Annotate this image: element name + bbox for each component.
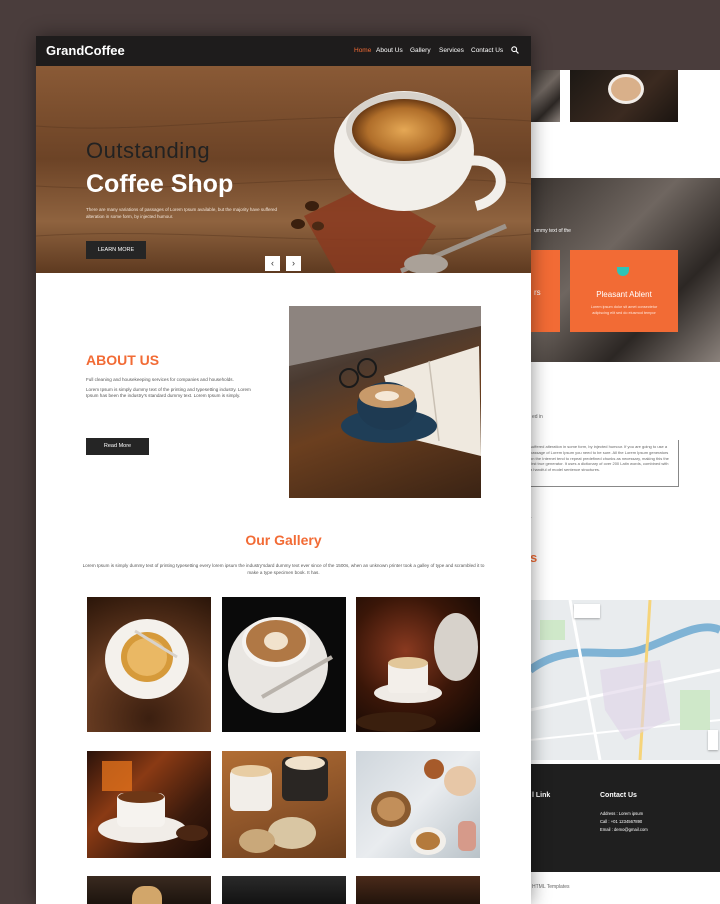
about-title: ABOUT US [86, 352, 160, 368]
latte-cup-illustration [228, 617, 333, 713]
fireplace-coffee-illustration [98, 761, 208, 843]
coffee-book-illustration [289, 306, 481, 456]
gallery-text: Lorem Ipsum is simply dummy text of prin… [82, 563, 485, 575]
copyright-text: HTML Templates [532, 884, 570, 890]
gallery-item[interactable] [356, 876, 480, 904]
hero-subtitle: Outstanding [86, 138, 211, 163]
nav-about-us[interactable]: About Us [376, 47, 403, 54]
coffee-cup-illustration [105, 619, 189, 699]
footer-email: Email : demo@gmail.com [600, 827, 648, 832]
photo-caption: ummy text of the [534, 228, 571, 234]
about-text-line1: Full cleaning and housekeeping services … [86, 377, 234, 382]
footer-useful-links-title: l Link [532, 792, 551, 799]
coffee-beans-illustration [356, 613, 478, 732]
back-footer: l Link Contact Us Address : Lorem ipsum … [530, 764, 720, 872]
hero-title: Coffee Shop [86, 170, 234, 198]
brand-logo[interactable]: GrandCoffee [46, 43, 125, 58]
gallery-item[interactable] [222, 751, 346, 858]
hero-text: There are many variations of passages of… [86, 207, 278, 219]
footer-address: Address : Lorem ipsum [600, 811, 644, 816]
search-icon[interactable] [511, 46, 519, 54]
footer-contact-title: Contact Us [600, 792, 637, 799]
gallery-item[interactable] [222, 876, 346, 904]
gallery-item[interactable] [356, 597, 480, 732]
cup-shape [608, 74, 644, 104]
service-card-title: rs [534, 288, 541, 297]
testimonial-box: suffered alteration in some form, by inj… [530, 440, 679, 487]
nav-contact-us[interactable]: Contact Us [471, 47, 503, 54]
chevron-left-icon: ‹ [271, 258, 274, 268]
gallery-item[interactable] [87, 751, 211, 858]
gallery-item[interactable] [356, 751, 480, 858]
about-image [289, 306, 481, 498]
gallery-item[interactable] [87, 597, 211, 732]
back-page-preview: ummy text of the rs Pleasant Ablent Lore… [530, 70, 720, 904]
cup-icon [617, 267, 629, 276]
service-card-title: Pleasant Ablent [596, 290, 652, 299]
service-card-text: Lorem ipsum dolor sit amet consectetur a… [590, 305, 658, 315]
map-zoom-control[interactable] [708, 730, 718, 750]
service-card: rs [530, 250, 560, 332]
table-spread-illustration [371, 759, 476, 855]
location-map[interactable] [530, 599, 720, 761]
map-streets [530, 599, 720, 761]
footer-call: Call : +01 1234567890 [600, 819, 643, 824]
learn-more-button[interactable]: LEARN MORE [86, 241, 146, 259]
read-more-button[interactable]: Read More [86, 438, 149, 455]
service-photo [570, 70, 678, 122]
footer-contact-list: Address : Lorem ipsum Call : +01 1234567… [600, 810, 648, 834]
section-text-fragment: ed in [532, 414, 543, 420]
nav-home[interactable]: Home [354, 47, 371, 54]
service-photo [530, 70, 560, 122]
slider-next-button[interactable]: › [286, 256, 301, 271]
about-text: Full cleaning and housekeeping services … [86, 377, 258, 400]
section-title-fragment: s [530, 550, 538, 565]
nav-services[interactable]: Services [439, 47, 464, 54]
gallery-item[interactable] [87, 876, 211, 904]
chevron-right-icon: › [292, 258, 295, 268]
two-cups-illustration [230, 756, 328, 853]
about-text-line2: Lorem Ipsum is simply dummy text of the … [86, 386, 251, 399]
cup-shape [132, 886, 162, 904]
gallery-item[interactable] [222, 597, 346, 732]
hero-banner: Outstanding Coffee Shop There are many v… [36, 66, 531, 273]
top-navbar: GrandCoffee Home About Us Gallery Servic… [36, 36, 531, 66]
gallery-title: Our Gallery [245, 532, 322, 548]
service-card: Pleasant Ablent Lorem ipsum dolor sit am… [570, 250, 678, 332]
testimonial-text: suffered alteration in some form, by inj… [530, 444, 669, 473]
slider-prev-button[interactable]: ‹ [265, 256, 280, 271]
map-directions-box[interactable] [574, 604, 600, 618]
nav-gallery[interactable]: Gallery [410, 47, 431, 54]
main-page-preview: GrandCoffee Home About Us Gallery Servic… [36, 36, 531, 904]
